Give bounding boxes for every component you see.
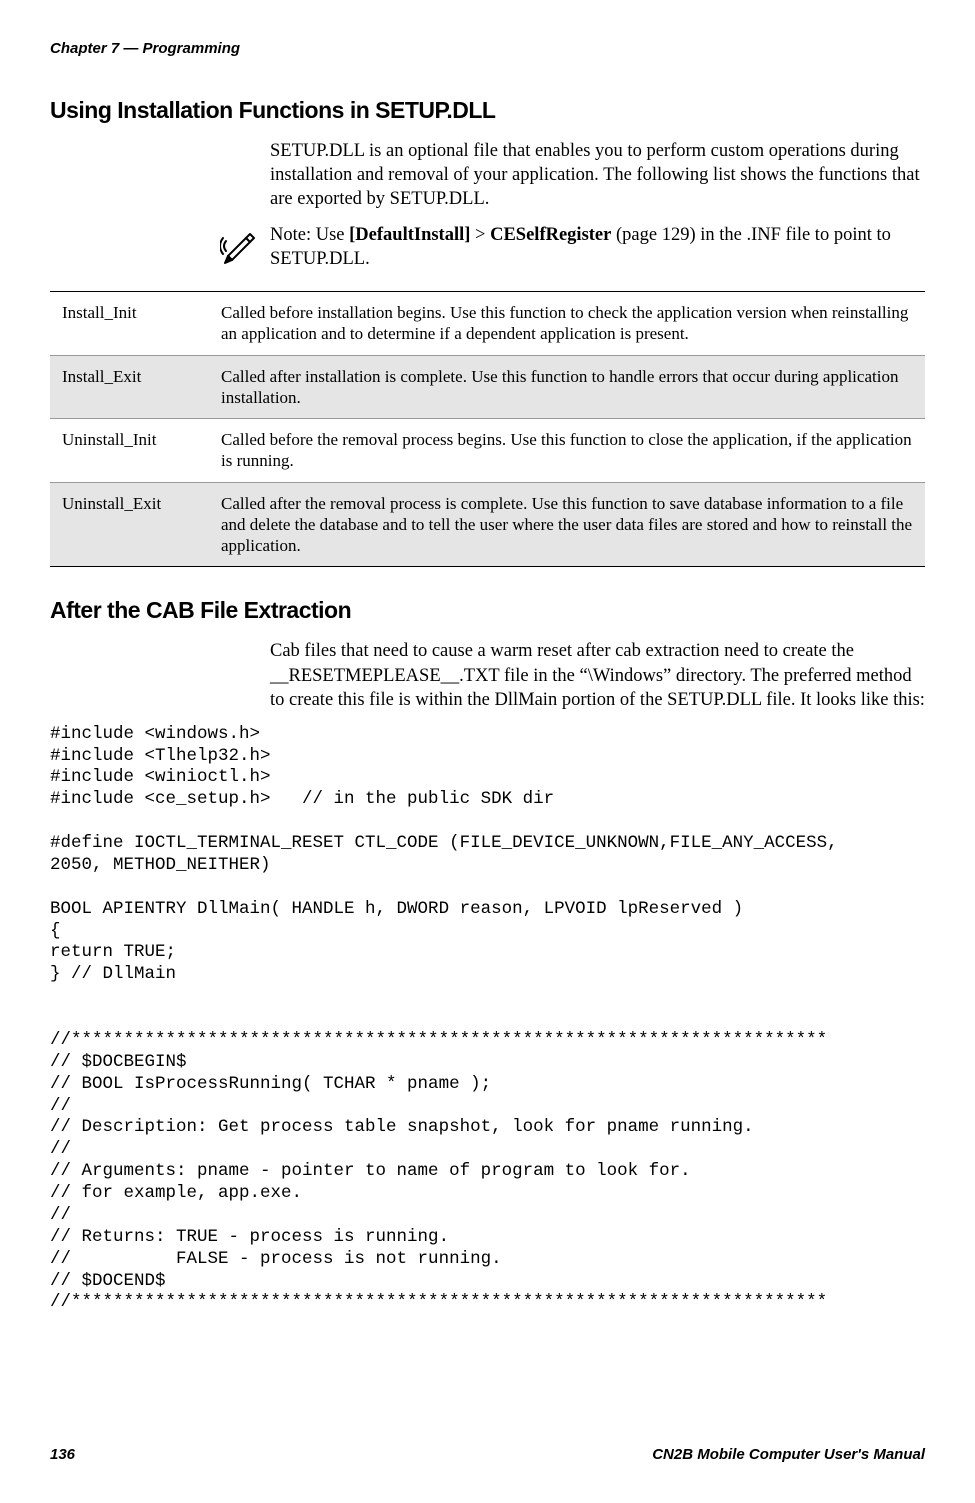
note-icon [220, 226, 265, 269]
chapter-header: Chapter 7 — Programming [50, 40, 925, 57]
func-name: Uninstall_Init [50, 419, 209, 483]
heading-cab-extraction: After the CAB File Extraction [50, 597, 925, 624]
code-listing: #include <windows.h> #include <Tlhelp32.… [50, 724, 925, 1315]
func-desc: Called before the removal process begins… [209, 419, 925, 483]
functions-table: Install_Init Called before installation … [50, 291, 925, 567]
func-desc: Called before installation begins. Use t… [209, 292, 925, 356]
page-number: 136 [50, 1446, 75, 1463]
table-row: Install_Exit Called after installation i… [50, 355, 925, 419]
func-desc: Called after the removal process is comp… [209, 482, 925, 567]
func-name: Install_Init [50, 292, 209, 356]
table-row: Install_Init Called before installation … [50, 292, 925, 356]
note-block: Note: Use [DefaultInstall] > CESelfRegis… [220, 223, 925, 271]
note-gt: > [470, 225, 490, 245]
table-row: Uninstall_Init Called before the removal… [50, 419, 925, 483]
note-ceselfregister: CESelfRegister [490, 225, 611, 245]
cab-body-text: Cab files that need to cause a warm rese… [270, 639, 925, 711]
manual-title: CN2B Mobile Computer User's Manual [652, 1446, 925, 1463]
note-prefix: Note: Use [270, 225, 349, 245]
note-defaultinstall: DefaultInstall [355, 225, 464, 245]
func-name: Uninstall_Exit [50, 482, 209, 567]
table-row: Uninstall_Exit Called after the removal … [50, 482, 925, 567]
note-text: Note: Use [DefaultInstall] > CESelfRegis… [270, 223, 925, 271]
func-desc: Called after installation is complete. U… [209, 355, 925, 419]
setup-body-text: SETUP.DLL is an optional file that enabl… [270, 139, 925, 211]
func-name: Install_Exit [50, 355, 209, 419]
heading-setup-dll: Using Installation Functions in SETUP.DL… [50, 97, 925, 124]
